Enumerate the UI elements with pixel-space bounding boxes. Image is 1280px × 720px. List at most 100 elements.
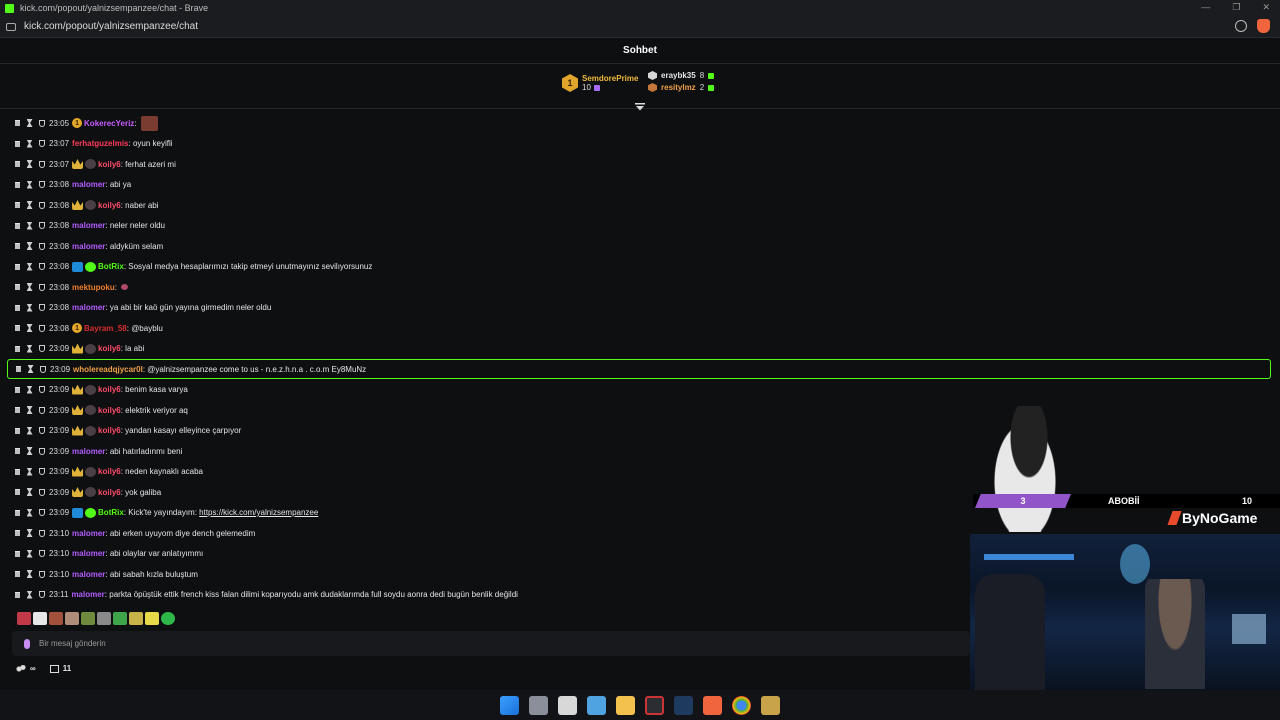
leaderboard-first[interactable]: 1 SemdorePrime 10 xyxy=(562,74,638,92)
message-link[interactable]: https://kick.com/yalnizsempanzee xyxy=(199,508,318,517)
brave-browser-icon[interactable] xyxy=(703,695,722,715)
emote-icon[interactable] xyxy=(97,612,111,625)
chat-username[interactable]: koily6 xyxy=(98,160,121,169)
chat-message[interactable]: 23:08 malomer: neler neler oldu xyxy=(14,217,165,235)
brain-emote-icon[interactable] xyxy=(121,284,129,290)
ban-icon[interactable] xyxy=(39,365,46,373)
message-input[interactable] xyxy=(39,639,939,648)
minimize-icon[interactable]: — xyxy=(1201,2,1210,13)
subscriber-crown-icon[interactable] xyxy=(72,200,84,210)
delete-icon[interactable] xyxy=(14,201,21,209)
ban-icon[interactable] xyxy=(38,222,45,230)
delete-icon[interactable] xyxy=(14,447,21,455)
delete-icon[interactable] xyxy=(14,488,21,496)
timeout-icon[interactable] xyxy=(26,119,33,127)
kick-badge-icon[interactable] xyxy=(85,487,97,497)
subscriber-crown-icon[interactable] xyxy=(72,425,84,436)
chat-message[interactable]: 23:08 malomer: aldyküm selam xyxy=(14,237,163,255)
kick-badge-icon[interactable] xyxy=(85,343,97,354)
ban-icon[interactable] xyxy=(38,447,45,455)
emote-icon[interactable] xyxy=(49,612,63,625)
delete-icon[interactable] xyxy=(14,386,21,394)
ban-icon[interactable] xyxy=(38,468,45,476)
subscriber-crown-icon[interactable] xyxy=(72,159,84,169)
chat-username[interactable]: malomer xyxy=(72,570,105,579)
chat-message[interactable]: 23:08 mektupoku: xyxy=(14,278,129,296)
delete-icon[interactable] xyxy=(14,324,21,332)
chat-username[interactable]: malomer xyxy=(72,447,105,456)
chrome-icon[interactable] xyxy=(732,695,751,715)
photos-icon[interactable] xyxy=(587,695,606,715)
chat-message[interactable]: 23:08 1 Bayram_58: @bayblu xyxy=(14,319,163,337)
chat-message[interactable]: 23:10 malomer: abi sabah kızla buluştum xyxy=(14,565,198,583)
emote-icon[interactable] xyxy=(81,612,95,625)
delete-icon[interactable] xyxy=(14,160,21,168)
chat-message[interactable]: 23:09 BotRix: Kick'te yayındayım: https:/… xyxy=(14,504,318,522)
chat-username[interactable]: malomer xyxy=(72,180,105,189)
chat-message[interactable]: 23:05 1 KokerecYeriz: xyxy=(14,114,158,132)
ban-icon[interactable] xyxy=(38,324,45,332)
timeout-icon[interactable] xyxy=(26,385,33,394)
delete-icon[interactable] xyxy=(14,345,21,353)
chat-username[interactable]: koily6 xyxy=(98,406,121,415)
chat-message[interactable]: 23:09 koily6: yandan kasayı elleyince çar… xyxy=(14,422,241,440)
emote-icon[interactable] xyxy=(65,612,79,625)
timeout-icon[interactable] xyxy=(26,139,33,148)
chat-username[interactable]: BotRix xyxy=(98,508,124,517)
chat-username[interactable]: KokerecYeriz xyxy=(84,119,134,128)
kick-badge-icon[interactable] xyxy=(85,200,97,210)
restore-icon[interactable]: ❐ xyxy=(1232,2,1240,13)
timeout-icon[interactable] xyxy=(26,221,33,230)
emote-icon[interactable] xyxy=(113,612,127,625)
delete-icon[interactable] xyxy=(15,365,22,373)
delete-icon[interactable] xyxy=(14,283,21,291)
chat-username[interactable]: malomer xyxy=(72,529,105,538)
chat-username[interactable]: koily6 xyxy=(98,426,121,435)
timeout-icon[interactable] xyxy=(26,529,33,537)
leaderboard-entry[interactable]: eraybk35 8 xyxy=(648,71,715,80)
kick-badge-icon[interactable] xyxy=(85,405,97,415)
ban-icon[interactable] xyxy=(38,181,45,189)
emote-icon[interactable] xyxy=(17,612,31,625)
steam-icon[interactable] xyxy=(674,695,693,715)
ban-icon[interactable] xyxy=(38,570,45,578)
site-info-icon[interactable] xyxy=(6,22,16,31)
brave-shields-icon[interactable] xyxy=(1257,19,1270,33)
timeout-icon[interactable] xyxy=(26,344,33,353)
timeout-icon[interactable] xyxy=(26,201,33,209)
chat-username[interactable]: malomer xyxy=(71,590,104,599)
scroll-down-icon[interactable] xyxy=(635,103,645,111)
ban-icon[interactable] xyxy=(38,488,45,496)
delete-icon[interactable] xyxy=(14,181,21,189)
delete-icon[interactable] xyxy=(14,304,21,312)
delete-icon[interactable] xyxy=(14,509,21,517)
chat-username[interactable]: koily6 xyxy=(98,201,121,210)
media-player-icon[interactable] xyxy=(761,695,780,715)
chat-message[interactable]: 23:10 malomer: abi olaylar var anlatıyımm… xyxy=(14,545,203,563)
ban-icon[interactable] xyxy=(38,509,45,517)
chat-username[interactable]: malomer xyxy=(72,242,105,251)
delete-icon[interactable] xyxy=(14,591,21,599)
chat-message[interactable]: 23:08 BotRix: Sosyal medya hesaplarımızı … xyxy=(14,258,372,276)
windows-start-icon[interactable] xyxy=(500,695,519,715)
chat-username[interactable]: Bayram_58 xyxy=(84,324,127,333)
highlighted-chat-message[interactable]: 23:09 wholereadqjycar0l: @yalnizsempanzee… xyxy=(7,359,1271,379)
kick-badge-icon[interactable] xyxy=(85,466,97,477)
ban-icon[interactable] xyxy=(38,242,45,250)
chat-username[interactable]: malomer xyxy=(72,221,105,230)
ban-icon[interactable] xyxy=(38,283,45,291)
emote-icon[interactable] xyxy=(145,612,159,625)
chat-message[interactable]: 23:08 malomer: ya abi bir kaö gün yayına … xyxy=(14,299,271,317)
obs-icon[interactable] xyxy=(645,695,664,715)
chat-message[interactable]: 23:09 koily6: la abi xyxy=(14,340,144,358)
ban-icon[interactable] xyxy=(38,119,45,127)
chat-username[interactable]: koily6 xyxy=(98,488,121,497)
timeout-icon[interactable] xyxy=(26,262,33,271)
gifter-badge-icon[interactable]: 1 xyxy=(72,118,83,128)
gift-subs[interactable]: 11 xyxy=(49,664,71,673)
delete-icon[interactable] xyxy=(14,529,21,537)
delete-icon[interactable] xyxy=(14,406,21,414)
delete-icon[interactable] xyxy=(14,119,21,127)
chat-message[interactable]: 23:08 malomer: abi ya xyxy=(14,176,131,194)
timeout-icon[interactable] xyxy=(26,406,33,414)
